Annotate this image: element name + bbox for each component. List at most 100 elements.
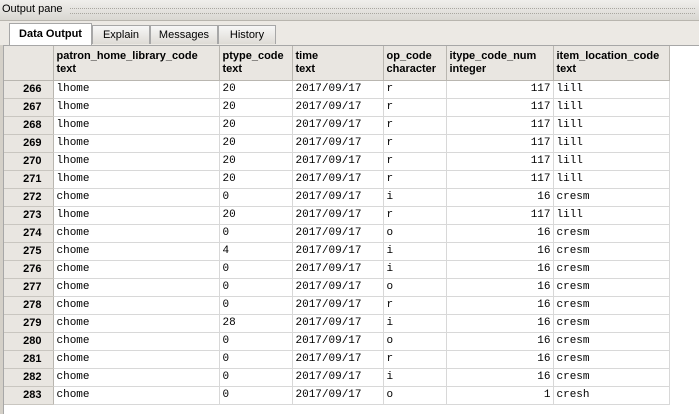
cell-ptype-code[interactable]: 20 xyxy=(219,170,293,189)
row-number[interactable]: 274 xyxy=(4,224,54,243)
row-number[interactable]: 281 xyxy=(4,350,54,369)
cell-ptype-code[interactable]: 0 xyxy=(219,260,293,279)
cell-time[interactable]: 2017/09/17 xyxy=(292,170,384,189)
cell-item-location-code[interactable]: lill xyxy=(553,116,670,135)
tab-explain[interactable]: Explain xyxy=(92,25,150,44)
cell-item-location-code[interactable]: cresh xyxy=(553,386,670,405)
column-header-time[interactable]: time text xyxy=(292,46,384,81)
column-header-ptype-code[interactable]: ptype_code text xyxy=(219,46,293,81)
table-row[interactable]: 276 chome 0 2017/09/17 i 16 cresm xyxy=(4,260,699,279)
table-row[interactable]: 277 chome 0 2017/09/17 o 16 cresm xyxy=(4,278,699,297)
cell-ptype-code[interactable]: 4 xyxy=(219,242,293,261)
cell-op-code[interactable]: o xyxy=(383,332,447,351)
cell-item-location-code[interactable]: cresm xyxy=(553,260,670,279)
row-number[interactable]: 282 xyxy=(4,368,54,387)
cell-item-location-code[interactable]: cresm xyxy=(553,350,670,369)
cell-item-location-code[interactable]: cresm xyxy=(553,314,670,333)
table-row[interactable]: 268 lhome 20 2017/09/17 r 117 lill xyxy=(4,116,699,135)
row-number[interactable]: 279 xyxy=(4,314,54,333)
table-row[interactable]: 282 chome 0 2017/09/17 i 16 cresm xyxy=(4,368,699,387)
table-row[interactable]: 266 lhome 20 2017/09/17 r 117 lill xyxy=(4,80,699,99)
table-row[interactable]: 283 chome 0 2017/09/17 o 1 cresh xyxy=(4,386,699,405)
cell-time[interactable]: 2017/09/17 xyxy=(292,116,384,135)
cell-ptype-code[interactable]: 0 xyxy=(219,368,293,387)
cell-itype-code-num[interactable]: 16 xyxy=(446,260,554,279)
row-number[interactable]: 280 xyxy=(4,332,54,351)
cell-patron-home-library-code[interactable]: chome xyxy=(53,260,220,279)
cell-patron-home-library-code[interactable]: chome xyxy=(53,368,220,387)
cell-patron-home-library-code[interactable]: lhome xyxy=(53,134,220,153)
cell-patron-home-library-code[interactable]: chome xyxy=(53,224,220,243)
data-grid[interactable]: patron_home_library_code text ptype_code te… xyxy=(3,45,699,414)
cell-item-location-code[interactable]: lill xyxy=(553,206,670,225)
cell-patron-home-library-code[interactable]: chome xyxy=(53,350,220,369)
table-row[interactable]: 271 lhome 20 2017/09/17 r 117 lill xyxy=(4,170,699,189)
cell-ptype-code[interactable]: 20 xyxy=(219,80,293,99)
cell-time[interactable]: 2017/09/17 xyxy=(292,188,384,207)
row-number[interactable]: 278 xyxy=(4,296,54,315)
cell-ptype-code[interactable]: 0 xyxy=(219,332,293,351)
cell-item-location-code[interactable]: cresm xyxy=(553,242,670,261)
row-number[interactable]: 267 xyxy=(4,98,54,117)
cell-time[interactable]: 2017/09/17 xyxy=(292,224,384,243)
row-number[interactable]: 276 xyxy=(4,260,54,279)
cell-item-location-code[interactable]: cresm xyxy=(553,224,670,243)
cell-op-code[interactable]: r xyxy=(383,116,447,135)
table-row[interactable]: 275 chome 4 2017/09/17 i 16 cresm xyxy=(4,242,699,261)
tab-data-output[interactable]: Data Output xyxy=(9,23,92,45)
cell-ptype-code[interactable]: 20 xyxy=(219,152,293,171)
cell-ptype-code[interactable]: 20 xyxy=(219,98,293,117)
table-row[interactable]: 274 chome 0 2017/09/17 o 16 cresm xyxy=(4,224,699,243)
cell-patron-home-library-code[interactable]: chome xyxy=(53,332,220,351)
cell-item-location-code[interactable]: cresm xyxy=(553,296,670,315)
column-header-itype-code-num[interactable]: itype_code_num integer xyxy=(446,46,554,81)
cell-op-code[interactable]: i xyxy=(383,188,447,207)
cell-itype-code-num[interactable]: 16 xyxy=(446,350,554,369)
cell-time[interactable]: 2017/09/17 xyxy=(292,314,384,333)
cell-itype-code-num[interactable]: 16 xyxy=(446,314,554,333)
cell-time[interactable]: 2017/09/17 xyxy=(292,386,384,405)
cell-item-location-code[interactable]: lill xyxy=(553,152,670,171)
row-number[interactable]: 283 xyxy=(4,386,54,405)
cell-time[interactable]: 2017/09/17 xyxy=(292,296,384,315)
cell-itype-code-num[interactable]: 16 xyxy=(446,224,554,243)
cell-ptype-code[interactable]: 0 xyxy=(219,278,293,297)
cell-op-code[interactable]: i xyxy=(383,314,447,333)
cell-op-code[interactable]: r xyxy=(383,206,447,225)
cell-itype-code-num[interactable]: 16 xyxy=(446,368,554,387)
tab-history[interactable]: History xyxy=(218,25,276,44)
cell-item-location-code[interactable]: lill xyxy=(553,134,670,153)
cell-patron-home-library-code[interactable]: lhome xyxy=(53,98,220,117)
cell-op-code[interactable]: r xyxy=(383,152,447,171)
cell-ptype-code[interactable]: 20 xyxy=(219,134,293,153)
cell-itype-code-num[interactable]: 16 xyxy=(446,332,554,351)
table-row[interactable]: 270 lhome 20 2017/09/17 r 117 lill xyxy=(4,152,699,171)
table-row[interactable]: 272 chome 0 2017/09/17 i 16 cresm xyxy=(4,188,699,207)
cell-op-code[interactable]: r xyxy=(383,170,447,189)
cell-time[interactable]: 2017/09/17 xyxy=(292,98,384,117)
cell-op-code[interactable]: i xyxy=(383,260,447,279)
cell-patron-home-library-code[interactable]: chome xyxy=(53,296,220,315)
tab-messages[interactable]: Messages xyxy=(150,25,218,44)
cell-time[interactable]: 2017/09/17 xyxy=(292,206,384,225)
table-row[interactable]: 278 chome 0 2017/09/17 r 16 cresm xyxy=(4,296,699,315)
cell-time[interactable]: 2017/09/17 xyxy=(292,350,384,369)
cell-patron-home-library-code[interactable]: lhome xyxy=(53,206,220,225)
table-row[interactable]: 279 chome 28 2017/09/17 i 16 cresm xyxy=(4,314,699,333)
cell-itype-code-num[interactable]: 117 xyxy=(446,116,554,135)
cell-op-code[interactable]: i xyxy=(383,368,447,387)
cell-itype-code-num[interactable]: 117 xyxy=(446,152,554,171)
cell-ptype-code[interactable]: 20 xyxy=(219,116,293,135)
cell-ptype-code[interactable]: 28 xyxy=(219,314,293,333)
column-header-item-location-code[interactable]: item_location_code text xyxy=(553,46,670,81)
cell-patron-home-library-code[interactable]: lhome xyxy=(53,80,220,99)
cell-ptype-code[interactable]: 0 xyxy=(219,350,293,369)
table-row[interactable]: 267 lhome 20 2017/09/17 r 117 lill xyxy=(4,98,699,117)
cell-op-code[interactable]: o xyxy=(383,386,447,405)
row-number[interactable]: 268 xyxy=(4,116,54,135)
cell-patron-home-library-code[interactable]: lhome xyxy=(53,152,220,171)
cell-item-location-code[interactable]: cresm xyxy=(553,368,670,387)
cell-op-code[interactable]: o xyxy=(383,224,447,243)
column-header-patron-home-library-code[interactable]: patron_home_library_code text xyxy=(53,46,220,81)
cell-time[interactable]: 2017/09/17 xyxy=(292,152,384,171)
